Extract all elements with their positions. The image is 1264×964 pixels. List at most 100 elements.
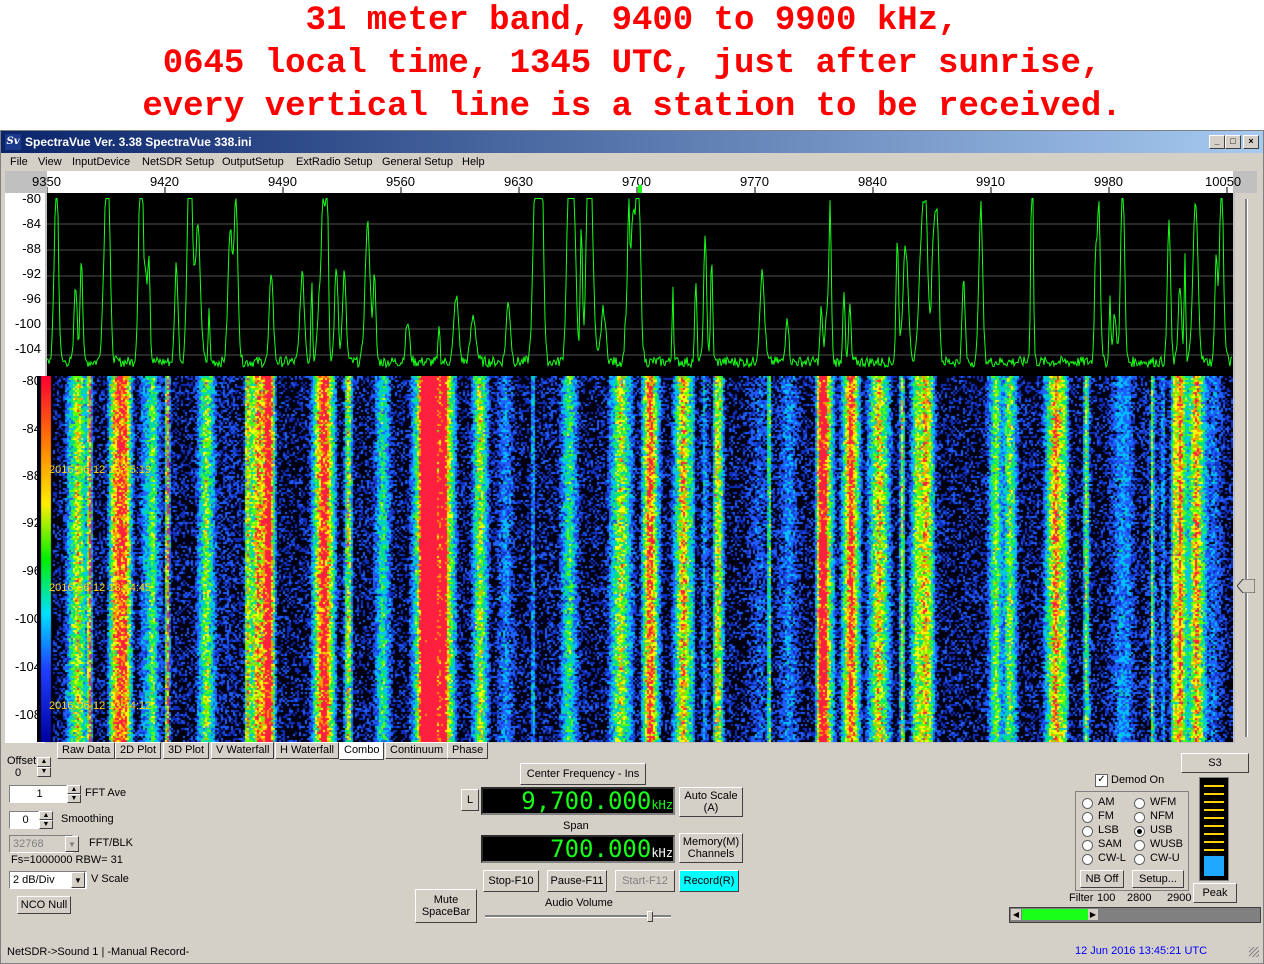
tab-v-waterfall[interactable]: V Waterfall bbox=[211, 742, 275, 759]
tab-raw-data[interactable]: Raw Data bbox=[57, 742, 116, 759]
filter-left-arrow[interactable]: ◀ bbox=[1011, 909, 1021, 920]
demod-setup-button[interactable]: Setup... bbox=[1132, 870, 1184, 888]
tab-combo[interactable]: Combo bbox=[339, 742, 385, 760]
mode-wusb-label: WUSB bbox=[1150, 838, 1183, 850]
filter-bar[interactable]: ◀ ▶ bbox=[1009, 907, 1261, 923]
filter-passband[interactable] bbox=[1022, 909, 1088, 920]
filter-label: Filter bbox=[1069, 892, 1094, 904]
mute-button[interactable]: Mute SpaceBar bbox=[415, 889, 477, 923]
peak-button[interactable]: Peak bbox=[1193, 883, 1237, 903]
menu-general-setup[interactable]: General Setup bbox=[382, 156, 453, 168]
smoothing-spinner-up[interactable]: ▲ bbox=[39, 811, 53, 820]
offset-spinner-up[interactable]: ▲ bbox=[37, 757, 51, 767]
vscale-dropdown-icon[interactable]: ▼ bbox=[71, 872, 85, 888]
filter-right-arrow[interactable]: ▶ bbox=[1088, 909, 1098, 920]
mode-nfm-radio[interactable] bbox=[1134, 812, 1145, 823]
level-scrollbar[interactable] bbox=[1235, 193, 1257, 743]
spectrum-tick-label: -96 bbox=[22, 291, 41, 306]
mode-cwu-radio[interactable] bbox=[1134, 854, 1145, 865]
demod-on-checkbox[interactable]: ✓ bbox=[1095, 774, 1108, 787]
stop-button[interactable]: Stop-F10 bbox=[483, 870, 539, 892]
waterfall-plot[interactable]: 2016-06-12 13:45:19 2016-06-12 13:44:45 … bbox=[37, 376, 1233, 742]
frequency-ruler[interactable]: 9350 9420 9490 9560 9630 9700 9770 9840 … bbox=[32, 171, 1241, 193]
audio-volume-slider[interactable] bbox=[485, 911, 671, 923]
mode-am-radio[interactable] bbox=[1082, 798, 1093, 809]
mode-cwl-radio[interactable] bbox=[1082, 854, 1093, 865]
minimize-button[interactable]: _ bbox=[1209, 135, 1225, 149]
display-area: 9350 9420 9490 9560 9630 9700 9770 9840 … bbox=[5, 171, 1257, 743]
spectravue-window: Sv SpectraVue Ver. 3.38 SpectraVue 338.i… bbox=[0, 130, 1264, 964]
mode-sam-radio[interactable] bbox=[1082, 840, 1093, 851]
tab-2d-plot[interactable]: 2D Plot bbox=[115, 742, 162, 759]
fft-ave-spinner-up[interactable]: ▲ bbox=[67, 785, 81, 794]
caption-line-3: every vertical line is a station to be r… bbox=[142, 88, 1122, 126]
smoothing-label: Smoothing bbox=[61, 813, 114, 825]
center-frequency-display[interactable]: 9,700.000kHz bbox=[481, 787, 675, 815]
close-button[interactable]: × bbox=[1243, 135, 1259, 149]
mode-sam-label: SAM bbox=[1098, 838, 1122, 850]
menu-help[interactable]: Help bbox=[462, 156, 485, 168]
status-date: 12 Jun 2016 13:45:21 UTC bbox=[1075, 945, 1208, 957]
maximize-button[interactable]: □ bbox=[1225, 135, 1241, 149]
menu-extradio-setup[interactable]: ExtRadio Setup bbox=[296, 156, 372, 168]
mode-usb-radio[interactable] bbox=[1134, 826, 1145, 837]
timestamp-label: 2016-06-12 13:45:19 bbox=[49, 464, 152, 476]
channels-label: Channels bbox=[687, 848, 735, 860]
menu-file[interactable]: File bbox=[10, 156, 28, 168]
mute-button-label: Mute bbox=[433, 894, 459, 906]
spectrum-tick-label: -104 bbox=[14, 341, 41, 356]
audio-volume-track bbox=[485, 915, 671, 918]
scroll-track bbox=[1245, 199, 1248, 737]
auto-scale-shortcut: (A) bbox=[703, 802, 719, 814]
mode-fm-radio[interactable] bbox=[1082, 812, 1093, 823]
tab-h-waterfall[interactable]: H Waterfall bbox=[275, 742, 339, 759]
mode-lsb-radio[interactable] bbox=[1082, 826, 1093, 837]
caption-line-1: 31 meter band, 9400 to 9900 kHz, bbox=[305, 2, 959, 40]
fft-blk-dropdown-icon[interactable]: ▼ bbox=[65, 836, 79, 852]
audio-volume-label: Audio Volume bbox=[545, 897, 613, 909]
resize-grip[interactable] bbox=[1249, 947, 1259, 957]
menu-output-setup[interactable]: OutputSetup bbox=[222, 156, 284, 168]
level-slider-thumb[interactable] bbox=[1236, 578, 1256, 594]
spectrum-plot[interactable] bbox=[47, 193, 1233, 376]
memory-channels-button[interactable]: Memory(M) Channels bbox=[679, 833, 743, 863]
auto-scale-label: Auto Scale bbox=[684, 790, 738, 802]
tab-3d-plot[interactable]: 3D Plot bbox=[163, 742, 210, 759]
tab-continuum[interactable]: Continuum bbox=[385, 742, 449, 759]
pause-button[interactable]: Pause-F11 bbox=[547, 870, 607, 892]
start-button[interactable]: Start-F12 bbox=[615, 870, 675, 892]
mode-wusb-radio[interactable] bbox=[1134, 840, 1145, 851]
nco-null-button[interactable]: NCO Null bbox=[17, 896, 71, 914]
center-frequency-button[interactable]: Center Frequency - Ins bbox=[520, 763, 646, 785]
mode-cwu-label: CW-U bbox=[1150, 852, 1180, 864]
smoothing-input[interactable]: 0 bbox=[9, 811, 39, 829]
status-bar: NetSDR->Sound 1 | -Manual Record- 12 Jun… bbox=[1, 943, 1263, 963]
title-bar[interactable]: Sv SpectraVue Ver. 3.38 SpectraVue 338.i… bbox=[1, 131, 1263, 153]
menu-input-device[interactable]: InputDevice bbox=[72, 156, 130, 168]
smoothing-spinner-down[interactable]: ▼ bbox=[39, 820, 53, 829]
nb-off-button[interactable]: NB Off bbox=[1080, 870, 1124, 888]
record-button[interactable]: Record(R) bbox=[679, 870, 739, 892]
center-frequency-unit: kHz bbox=[651, 798, 673, 812]
fft-ave-input[interactable]: 1 bbox=[9, 785, 67, 803]
center-frequency-value: 9,700.000 bbox=[521, 787, 652, 815]
vscale-label: V Scale bbox=[91, 873, 129, 885]
mode-wfm-radio[interactable] bbox=[1134, 798, 1145, 809]
mode-wfm-label: WFM bbox=[1150, 796, 1177, 808]
menu-bar: File View InputDevice NetSDR Setup Outpu… bbox=[1, 153, 1263, 171]
offset-spinner-down[interactable]: ▼ bbox=[37, 767, 51, 777]
menu-view[interactable]: View bbox=[38, 156, 62, 168]
fft-ave-spinner-down[interactable]: ▼ bbox=[67, 794, 81, 803]
tab-phase[interactable]: Phase bbox=[447, 742, 489, 759]
spectrum-tick-label: -92 bbox=[22, 266, 41, 281]
mode-fm-label: FM bbox=[1098, 810, 1114, 822]
span-display[interactable]: 700.000kHz bbox=[481, 835, 675, 863]
audio-volume-thumb[interactable] bbox=[647, 911, 653, 922]
waterfall-canvas bbox=[37, 376, 1233, 742]
menu-netsdr-setup[interactable]: NetSDR Setup bbox=[142, 156, 214, 168]
auto-scale-button[interactable]: Auto Scale (A) bbox=[679, 787, 743, 817]
mode-nfm-label: NFM bbox=[1150, 810, 1174, 822]
lock-l-button[interactable]: L bbox=[461, 789, 479, 811]
spectrum-trace-canvas bbox=[47, 198, 1233, 369]
fft-blk-select[interactable]: 32768 bbox=[9, 835, 73, 853]
